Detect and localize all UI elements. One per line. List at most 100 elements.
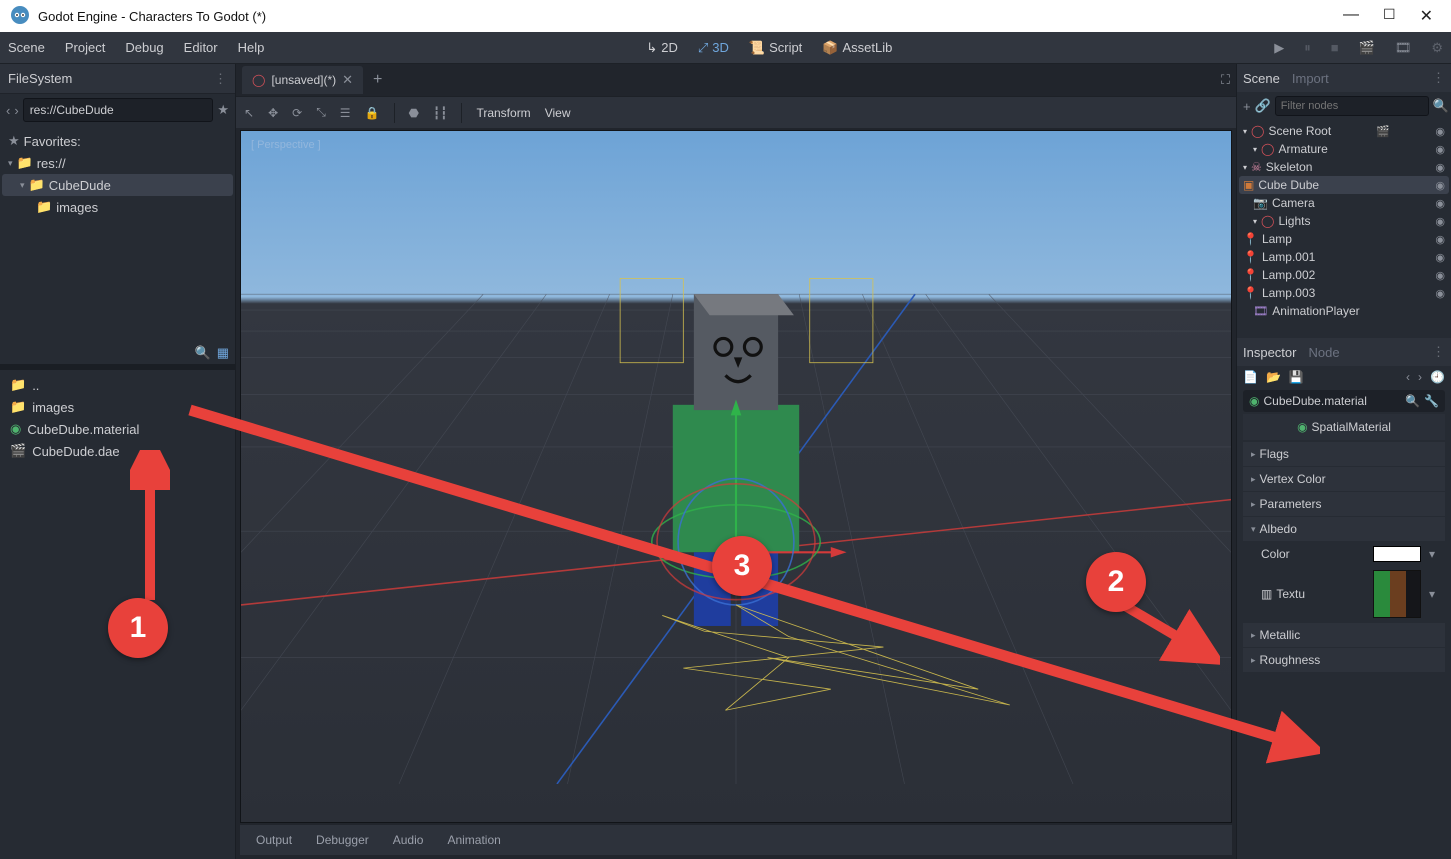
bottom-tab-debugger[interactable]: Debugger	[316, 833, 369, 847]
file-images-folder[interactable]: 📁images	[6, 396, 229, 418]
clapper-icon[interactable]: 🎬	[1376, 125, 1390, 138]
tab-close-icon[interactable]: ✕	[342, 72, 353, 88]
tab-inspector[interactable]: Inspector	[1243, 345, 1296, 360]
link-node-icon[interactable]: 🔗	[1255, 98, 1271, 114]
color-swatch[interactable]	[1373, 546, 1421, 562]
node-lamp002[interactable]: 📍Lamp.002◉	[1239, 266, 1449, 284]
render-settings-icon[interactable]: ⚙	[1431, 40, 1443, 56]
node-cube-dube[interactable]: ▣Cube Dube◉	[1239, 176, 1449, 194]
tab-import[interactable]: Import	[1292, 71, 1329, 86]
tab-node[interactable]: Node	[1308, 345, 1339, 360]
viewport-3d[interactable]: [ Perspective ]	[240, 130, 1232, 823]
file-up[interactable]: 📁..	[6, 374, 229, 396]
texture-thumbnail[interactable]	[1373, 570, 1421, 618]
favorite-toggle-icon[interactable]: ★	[217, 102, 229, 118]
rotate-tool-icon[interactable]: ⟳	[292, 106, 302, 120]
res-root-row[interactable]: ▾📁res://	[2, 152, 233, 174]
resource-name-row[interactable]: ◉ CubeDube.material 🔍 🔧	[1243, 390, 1445, 412]
pause-button[interactable]: ⏸	[1304, 40, 1311, 56]
add-tab-button[interactable]: +	[363, 71, 392, 89]
menu-debug[interactable]: Debug	[125, 40, 163, 55]
workspace-assetlib[interactable]: 📦 AssetLib	[822, 40, 892, 56]
minimize-button[interactable]: —	[1343, 6, 1359, 26]
visibility-toggle-icon[interactable]: ◉	[1435, 269, 1445, 282]
view-menu[interactable]: View	[545, 106, 571, 120]
tab-unsaved[interactable]: ◯ [unsaved](*) ✕	[242, 66, 363, 94]
nav-back-button[interactable]: ‹	[6, 103, 10, 118]
menu-help[interactable]: Help	[238, 40, 265, 55]
cat-params[interactable]: ▸Parameters	[1243, 492, 1445, 516]
close-button[interactable]: ✕	[1420, 6, 1433, 26]
bottom-tab-animation[interactable]: Animation	[447, 833, 500, 847]
filesystem-menu-icon[interactable]: ⋮	[214, 71, 227, 87]
bottom-tab-output[interactable]: Output	[256, 833, 292, 847]
save-resource-icon[interactable]: 💾	[1289, 370, 1304, 384]
node-animation-player[interactable]: 🎞AnimationPlayer	[1239, 302, 1449, 320]
inspector-menu-icon[interactable]: ⋮	[1432, 344, 1445, 360]
play-button[interactable]: ▶	[1274, 40, 1284, 56]
visibility-toggle-icon[interactable]: ◉	[1435, 287, 1445, 300]
history-icon[interactable]: 🕘	[1430, 370, 1445, 384]
cat-roughness[interactable]: ▸Roughness	[1243, 648, 1445, 672]
node-lamp001[interactable]: 📍Lamp.001◉	[1239, 248, 1449, 266]
visibility-toggle-icon[interactable]: ◉	[1435, 143, 1445, 156]
node-camera[interactable]: 📷Camera◉	[1239, 194, 1449, 212]
node-armature[interactable]: ▾◯Armature◉	[1239, 140, 1449, 158]
file-material[interactable]: ◉CubeDube.material	[6, 418, 229, 440]
list-tool-icon[interactable]: ☰	[340, 106, 351, 120]
resource-search-icon[interactable]: 🔍	[1405, 394, 1420, 408]
visibility-toggle-icon[interactable]: ◉	[1435, 251, 1445, 264]
cube-tool-icon[interactable]: ⬣	[409, 106, 419, 120]
node-lights[interactable]: ▾◯Lights◉	[1239, 212, 1449, 230]
workspace-2d[interactable]: ↳ 2D	[646, 40, 678, 56]
maximize-button[interactable]: ☐	[1383, 6, 1396, 26]
open-resource-icon[interactable]: 📂	[1266, 370, 1281, 384]
workspace-3d[interactable]: ⤢ 3D	[698, 40, 729, 56]
file-dae[interactable]: 🎬CubeDude.dae	[6, 440, 229, 462]
nav-forward-button[interactable]: ›	[14, 103, 18, 118]
stop-button[interactable]: ■	[1331, 40, 1339, 55]
prop-color[interactable]: Color▾	[1243, 542, 1445, 566]
grid-view-icon[interactable]: ▦	[217, 345, 229, 361]
node-scene-root[interactable]: ▾◯Scene Root🎬◉	[1239, 122, 1449, 140]
visibility-toggle-icon[interactable]: ◉	[1435, 125, 1445, 138]
transform-menu[interactable]: Transform	[476, 106, 530, 120]
prop-texture[interactable]: ▥Textu▾	[1243, 566, 1445, 622]
search-icon[interactable]: 🔍	[195, 345, 211, 361]
cat-flags[interactable]: ▸Flags	[1243, 442, 1445, 466]
scale-tool-icon[interactable]: ⤡	[316, 105, 326, 120]
node-lamp003[interactable]: 📍Lamp.003◉	[1239, 284, 1449, 302]
lock-tool-icon[interactable]: 🔒	[365, 106, 380, 120]
folder-images[interactable]: 📁images	[2, 196, 233, 218]
workspace-script[interactable]: 📜 Script	[749, 40, 802, 56]
play-scene-button[interactable]: 🎬	[1359, 40, 1375, 56]
path-input[interactable]	[23, 98, 214, 122]
new-resource-icon[interactable]: 📄	[1243, 370, 1258, 384]
play-custom-button[interactable]: 🎞	[1395, 40, 1412, 56]
select-tool-icon[interactable]: ↖	[244, 106, 254, 120]
material-type-header[interactable]: ◉SpatialMaterial	[1243, 414, 1445, 440]
menu-scene[interactable]: Scene	[8, 40, 45, 55]
cat-vertex[interactable]: ▸Vertex Color	[1243, 467, 1445, 491]
snap-tool-icon[interactable]: ┇┇	[433, 106, 447, 120]
distraction-free-icon[interactable]: ⛶	[1221, 72, 1230, 88]
visibility-toggle-icon[interactable]: ◉	[1435, 179, 1445, 192]
tab-scene[interactable]: Scene	[1243, 71, 1280, 86]
visibility-toggle-icon[interactable]: ◉	[1435, 233, 1445, 246]
history-back-icon[interactable]: ‹	[1406, 370, 1410, 384]
visibility-toggle-icon[interactable]: ◉	[1435, 215, 1445, 228]
visibility-toggle-icon[interactable]: ◉	[1435, 161, 1445, 174]
visibility-toggle-icon[interactable]: ◉	[1435, 197, 1445, 210]
bottom-tab-audio[interactable]: Audio	[393, 833, 424, 847]
filter-nodes-input[interactable]	[1275, 96, 1429, 116]
menu-project[interactable]: Project	[65, 40, 105, 55]
scene-menu-icon[interactable]: ⋮	[1432, 70, 1445, 86]
resource-tools-icon[interactable]: 🔧	[1424, 394, 1439, 408]
history-fwd-icon[interactable]: ›	[1418, 370, 1422, 384]
move-tool-icon[interactable]: ✥	[268, 106, 278, 120]
favorites-row[interactable]: ★Favorites:	[2, 130, 233, 152]
node-skeleton[interactable]: ▾☠Skeleton◉	[1239, 158, 1449, 176]
add-node-button[interactable]: +	[1243, 99, 1251, 114]
cat-albedo[interactable]: ▾Albedo	[1243, 517, 1445, 541]
menu-editor[interactable]: Editor	[184, 40, 218, 55]
